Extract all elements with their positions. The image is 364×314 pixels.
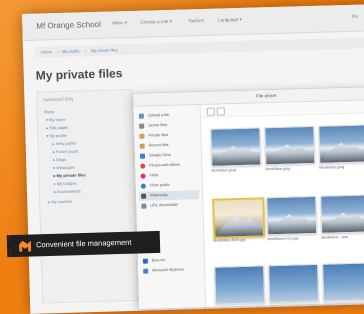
nav-item-my-courses[interactable]: ▸ My courses xyxy=(48,199,72,205)
user-menu[interactable]: Mo xyxy=(352,14,358,19)
file-thumbnail[interactable] xyxy=(210,127,262,167)
flickr-icon xyxy=(140,173,146,179)
repo-label: Picasa web album xyxy=(149,162,181,168)
recent-icon xyxy=(139,143,145,149)
file-thumbnail[interactable] xyxy=(212,197,266,239)
file-thumbnail[interactable] xyxy=(214,265,266,305)
mountain-shape xyxy=(266,141,315,164)
repo-upload[interactable]: Upload a file xyxy=(137,110,197,121)
mountain-shape xyxy=(320,140,364,163)
repo-label: Recent files xyxy=(148,142,169,148)
folder-icon xyxy=(139,133,145,139)
nav-item-forum-posts[interactable]: ▸ Forum posts xyxy=(53,148,78,154)
moodle-site: Mf Orange School Menu ▾ Choose a role ▾ … xyxy=(22,3,364,314)
mountain-shape xyxy=(212,143,261,166)
repo-picasa[interactable]: Picasa web album xyxy=(138,160,198,171)
file-name-label: MontBlanc.jpeg xyxy=(319,165,345,170)
mountain-shape xyxy=(322,210,364,233)
caption-banner: Convenient file management xyxy=(9,230,161,258)
nav-item-site-pages[interactable]: ▸ Site pages xyxy=(46,125,68,131)
repo-label: Microsoft SkyDrive xyxy=(152,267,184,273)
role-dropdown[interactable]: Choose a role ▾ xyxy=(140,19,172,26)
refresh-icon[interactable] xyxy=(206,107,215,116)
upload-icon xyxy=(138,113,144,119)
file-name-label: MontBlanc-8291.jpg xyxy=(213,237,246,243)
repo-label: URL downloader xyxy=(150,202,179,208)
file-picker-title: File picker xyxy=(256,92,277,99)
menu-dropdown[interactable]: Menu ▾ xyxy=(112,20,127,26)
caption-text: Convenient file management xyxy=(35,237,132,250)
breadcrumb: Home › My profile › My private files xyxy=(34,36,364,58)
mountain-shape xyxy=(268,211,317,234)
repo-wikimedia[interactable]: Wikimedia xyxy=(139,190,200,201)
nav-item-badges[interactable]: ▸ My badges xyxy=(54,181,77,187)
nav-item-my-home[interactable]: ▾ My home xyxy=(46,117,66,123)
repo-recent-files[interactable]: Recent files xyxy=(138,140,198,151)
server-icon xyxy=(139,123,145,129)
search-icon[interactable] xyxy=(216,107,225,116)
navigation-block: NAVIGATION Home ▾ My home ▸ Site pages ▾… xyxy=(36,88,139,304)
breadcrumb-separator: › xyxy=(84,48,87,54)
repo-label: Upload a file xyxy=(147,112,170,118)
breadcrumb-current[interactable]: My private files xyxy=(91,47,118,53)
nav-item-messages[interactable]: ▸ Messages xyxy=(53,165,74,171)
breadcrumb-separator: › xyxy=(56,48,59,55)
repo-server-files[interactable]: Server files xyxy=(137,120,197,131)
site-brand[interactable]: Mf Orange School xyxy=(36,20,101,31)
repo-label: Flickr xyxy=(149,173,159,178)
file-thumbnail[interactable] xyxy=(264,125,316,166)
navigation-heading: NAVIGATION xyxy=(43,96,74,103)
file-thumbnail[interactable] xyxy=(268,263,320,304)
page-title: My private files xyxy=(35,66,123,83)
google-drive-icon xyxy=(139,153,146,159)
language-dropdown[interactable]: Language ▾ xyxy=(218,17,242,24)
repo-label: Google Drive xyxy=(148,152,172,158)
file-name-label: MontBlanc.jpeg xyxy=(211,168,237,173)
repo-label: Box.net xyxy=(151,258,165,263)
repo-private-files[interactable]: Private files xyxy=(137,130,197,141)
repo-flickr-public[interactable]: Flickr public xyxy=(139,180,199,191)
picasa-icon xyxy=(140,163,146,169)
nav-item-home[interactable]: Home xyxy=(44,109,55,114)
taxform-link[interactable]: Taxform xyxy=(188,18,204,23)
repo-skydrive[interactable]: Microsoft SkyDrive xyxy=(141,265,201,276)
nav-item-assessments[interactable]: ▸ Assessments xyxy=(54,188,81,194)
repo-label: Server files xyxy=(148,122,168,128)
file-name-label: MontBlanc.from.jpg xyxy=(267,236,299,242)
link-icon xyxy=(141,203,147,209)
cloud-icon xyxy=(143,268,149,274)
mountain-shape xyxy=(215,214,264,237)
repo-url-downloader[interactable]: URL downloader xyxy=(139,200,199,211)
repo-google-drive[interactable]: Google Drive xyxy=(138,150,198,161)
box-icon xyxy=(142,258,149,264)
repo-box[interactable]: Box.net xyxy=(141,255,201,266)
repo-label: Wikimedia xyxy=(150,193,168,198)
file-picker-dialog: File picker Upload a file Server files P… xyxy=(132,85,364,310)
file-thumbnail[interactable] xyxy=(266,195,318,236)
nav-item-private-files[interactable]: ▸ My private files xyxy=(53,172,85,178)
repo-label: Private files xyxy=(148,132,169,138)
file-name-label: MontBlanc.jpeg xyxy=(265,166,291,172)
repo-label: Flickr public xyxy=(149,182,170,188)
screenshot-frame: Mf Orange School Menu ▾ Choose a role ▾ … xyxy=(22,3,364,314)
nav-item-view-profile[interactable]: ▸ View profile xyxy=(53,141,77,147)
file-thumbnail[interactable] xyxy=(318,124,364,164)
repo-flickr[interactable]: Flickr xyxy=(138,170,198,181)
file-thumbnail[interactable] xyxy=(320,194,364,234)
breadcrumb-profile[interactable]: My profile xyxy=(62,48,79,53)
nav-item-blogs[interactable]: ▸ Blogs xyxy=(53,157,66,162)
wikimedia-icon xyxy=(141,193,147,199)
nav-item-my-profile[interactable]: ▾ My profile xyxy=(46,133,67,139)
moodle-logo-icon xyxy=(19,241,31,252)
repository-list: Upload a file Server files Private files… xyxy=(133,105,207,309)
breadcrumb-home[interactable]: Home xyxy=(41,49,52,54)
flickr-public-icon xyxy=(140,183,146,189)
file-thumbnail[interactable] xyxy=(322,262,364,302)
file-name-label: MontBlanc - snip xyxy=(321,234,349,240)
